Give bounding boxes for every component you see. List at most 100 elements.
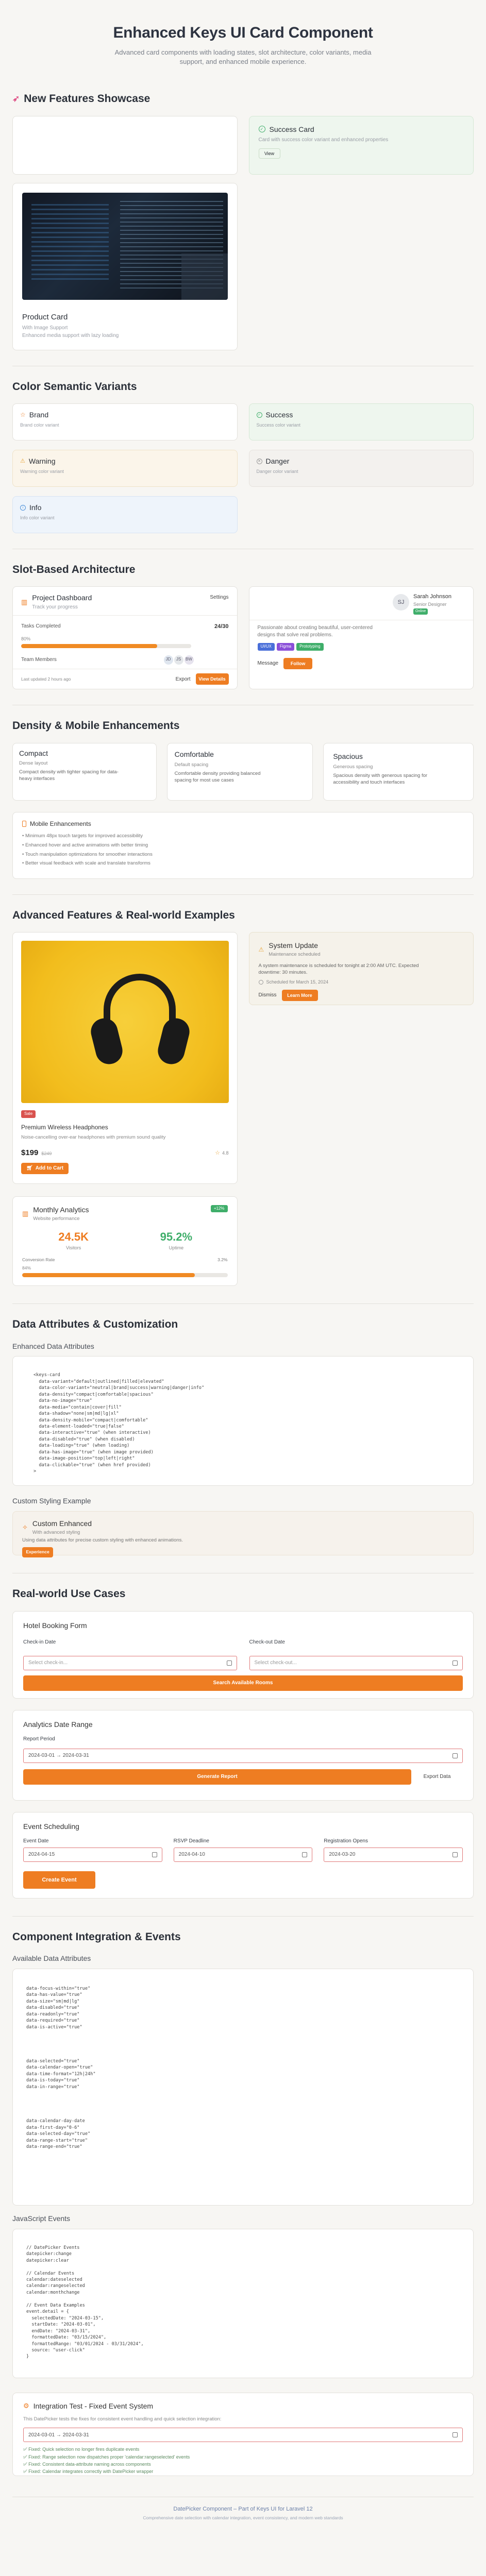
spacious-desc: Spacious density with generous spacing f… xyxy=(333,772,428,785)
generate-report-button[interactable]: Generate Report xyxy=(23,1769,411,1785)
clock-icon xyxy=(258,980,263,985)
event-date-value: 2024-04-15 xyxy=(28,1852,55,1858)
success-card-desc: Card with success color variant and enha… xyxy=(258,137,389,143)
registration-opens-value: 2024-03-20 xyxy=(329,1852,356,1858)
tag: Figma xyxy=(276,642,295,651)
export-data-button[interactable]: Export Data xyxy=(411,1773,463,1781)
profile-card: SJ Sarah Johnson Senior Designer Online … xyxy=(248,586,474,690)
danger-card[interactable]: ✕ Danger Danger color variant xyxy=(248,450,474,487)
tag: UI/UX xyxy=(257,642,275,651)
enhanced-data-attributes-heading: Enhanced Data Attributes xyxy=(12,1342,94,1350)
star-icon: ☆ xyxy=(215,1150,220,1157)
conversion-progress-bar xyxy=(22,1273,228,1278)
footer-line-2: Comprehensive date selection with calend… xyxy=(143,2515,343,2520)
available-attributes-heading: Available Data Attributes xyxy=(12,1954,91,1962)
integration-test-value: 2024-03-01 → 2024-03-31 xyxy=(28,2432,89,2438)
message-button[interactable]: Message xyxy=(258,660,279,667)
registration-opens-input[interactable]: 2024-03-20 xyxy=(324,1848,463,1862)
product-price: $199 xyxy=(21,1148,39,1158)
bar-chart-icon: ▥ xyxy=(21,598,28,606)
product-card[interactable]: Product Card With Image Support Enhanced… xyxy=(12,182,238,350)
new-features-heading: ➶ New Features Showcase xyxy=(12,92,474,106)
experience-button[interactable]: Experience xyxy=(22,1547,53,1557)
density-spacious-card[interactable]: Spacious Generous spacing Spacious densi… xyxy=(323,742,474,801)
comfortable-desc: Comfortable density providing balanced s… xyxy=(174,770,261,783)
product-name: Premium Wireless Headphones xyxy=(21,1123,108,1131)
add-to-cart-button[interactable]: 🛒︎ Add to Cart xyxy=(21,1162,69,1174)
checkmark-icon: ✅︎ xyxy=(23,2468,27,2474)
integration-test-input[interactable]: 2024-03-01 → 2024-03-31 xyxy=(23,2428,463,2443)
event-date-input[interactable]: 2024-04-15 xyxy=(23,1848,162,1862)
compact-title: Compact xyxy=(19,749,48,757)
product-item-card[interactable]: Sale Premium Wireless Headphones Noise-c… xyxy=(12,932,238,1184)
warning-desc: Warning color variant xyxy=(20,469,64,474)
event-date-label: Event Date xyxy=(23,1838,49,1844)
search-rooms-button[interactable]: Search Available Rooms xyxy=(23,1675,463,1691)
javascript-events-card: // DatePicker Events datepicker:change d… xyxy=(12,2228,474,2378)
page-subtitle: Advanced card components with loading st… xyxy=(114,48,372,66)
report-period-label: Report Period xyxy=(23,1736,55,1742)
custom-styling-heading: Custom Styling Example xyxy=(12,1497,91,1505)
report-period-input[interactable]: 2024-03-01 → 2024-03-31 xyxy=(23,1749,463,1764)
conversion-value: 3.2% xyxy=(217,1257,228,1263)
tasks-progress-bar xyxy=(21,643,191,648)
checkout-input[interactable]: Select check-out... xyxy=(249,1656,463,1671)
loading-card xyxy=(12,115,238,175)
warning-title: Warning xyxy=(28,457,56,466)
density-compact-card[interactable]: Compact Dense layout Compact density wit… xyxy=(12,742,157,801)
star-icon: ☆ xyxy=(20,411,26,419)
hotel-booking-title: Hotel Booking Form xyxy=(23,1621,87,1630)
checkout-placeholder: Select check-out... xyxy=(254,1660,297,1666)
dashboard-subtitle: Track your progress xyxy=(32,604,78,611)
follow-button[interactable]: Follow xyxy=(283,657,313,669)
info-card[interactable]: i Info Info color variant xyxy=(12,496,238,534)
dashboard-title: Project Dashboard xyxy=(32,594,92,602)
checkin-input[interactable]: Select check-in... xyxy=(23,1656,237,1671)
profile-role: Senior Designer xyxy=(413,602,447,607)
warning-card[interactable]: ⚠ Warning Warning color variant xyxy=(12,450,238,487)
rsvp-deadline-label: RSVP Deadline xyxy=(173,1838,209,1844)
view-details-button[interactable]: View Details xyxy=(195,673,229,685)
success-variant-card[interactable]: ✓ Success Success color variant xyxy=(248,403,474,441)
avatar: JD xyxy=(163,655,173,665)
integration-test-title: Integration Test - Fixed Event System xyxy=(33,2401,154,2410)
conversion-label: Conversion Rate xyxy=(22,1257,55,1263)
custom-enhanced-card[interactable]: ✧ Custom Enhanced With advanced styling … xyxy=(12,1511,474,1557)
checkmark-icon: ✅︎ xyxy=(23,2461,27,2467)
dismiss-button[interactable]: Dismiss xyxy=(259,992,277,999)
list-item: • Enhanced hover and active animations w… xyxy=(22,842,148,848)
rsvp-deadline-value: 2024-04-10 xyxy=(178,1852,205,1858)
list-item: ✅︎ Fixed: Quick selection no longer fire… xyxy=(23,2447,140,2452)
headphones-image xyxy=(21,941,229,1104)
visitors-label: Visitors xyxy=(65,1245,81,1251)
calendar-icon xyxy=(453,1660,458,1666)
calendar-icon xyxy=(453,2432,458,2438)
checkmark-icon: ✅︎ xyxy=(23,2454,27,2460)
danger-desc: Danger color variant xyxy=(256,469,298,474)
brand-card[interactable]: ☆ Brand Brand color variant xyxy=(12,403,238,441)
javascript-events-heading: JavaScript Events xyxy=(12,2214,71,2223)
visitors-value: 24.5K xyxy=(58,1230,89,1244)
warning-triangle-icon: ⚠ xyxy=(20,458,25,465)
export-button[interactable]: Export xyxy=(176,676,191,683)
danger-title: Danger xyxy=(265,457,290,466)
create-event-button[interactable]: Create Event xyxy=(23,1871,95,1889)
success-desc: Success color variant xyxy=(256,422,301,428)
info-title: Info xyxy=(29,503,42,512)
learn-more-button[interactable]: Learn More xyxy=(281,989,318,1001)
mobile-title: Mobile Enhancements xyxy=(30,820,91,827)
density-comfortable-card[interactable]: Comfortable Default spacing Comfortable … xyxy=(166,742,313,801)
checkin-label: Check-in Date xyxy=(23,1639,56,1645)
success-card-title: Success Card xyxy=(269,125,314,133)
settings-button[interactable]: Settings xyxy=(210,594,228,601)
view-button[interactable]: View xyxy=(258,148,280,159)
rsvp-deadline-input[interactable]: 2024-04-10 xyxy=(173,1848,313,1862)
info-icon: i xyxy=(20,505,26,511)
data-attributes-code: <keys-card data-variant="default|outline… xyxy=(33,1372,205,1475)
success-card[interactable]: ✓ Success Card Card with success color v… xyxy=(248,115,474,175)
spacious-subtitle: Generous spacing xyxy=(333,764,373,770)
color-variants-heading: Color Semantic Variants xyxy=(12,380,137,393)
tasks-progress-fill xyxy=(21,643,157,648)
javascript-events-code: // DatePicker Events datepicker:change d… xyxy=(26,2245,144,2360)
integration-test-desc: This DatePicker tests the fixes for cons… xyxy=(23,2416,222,2422)
